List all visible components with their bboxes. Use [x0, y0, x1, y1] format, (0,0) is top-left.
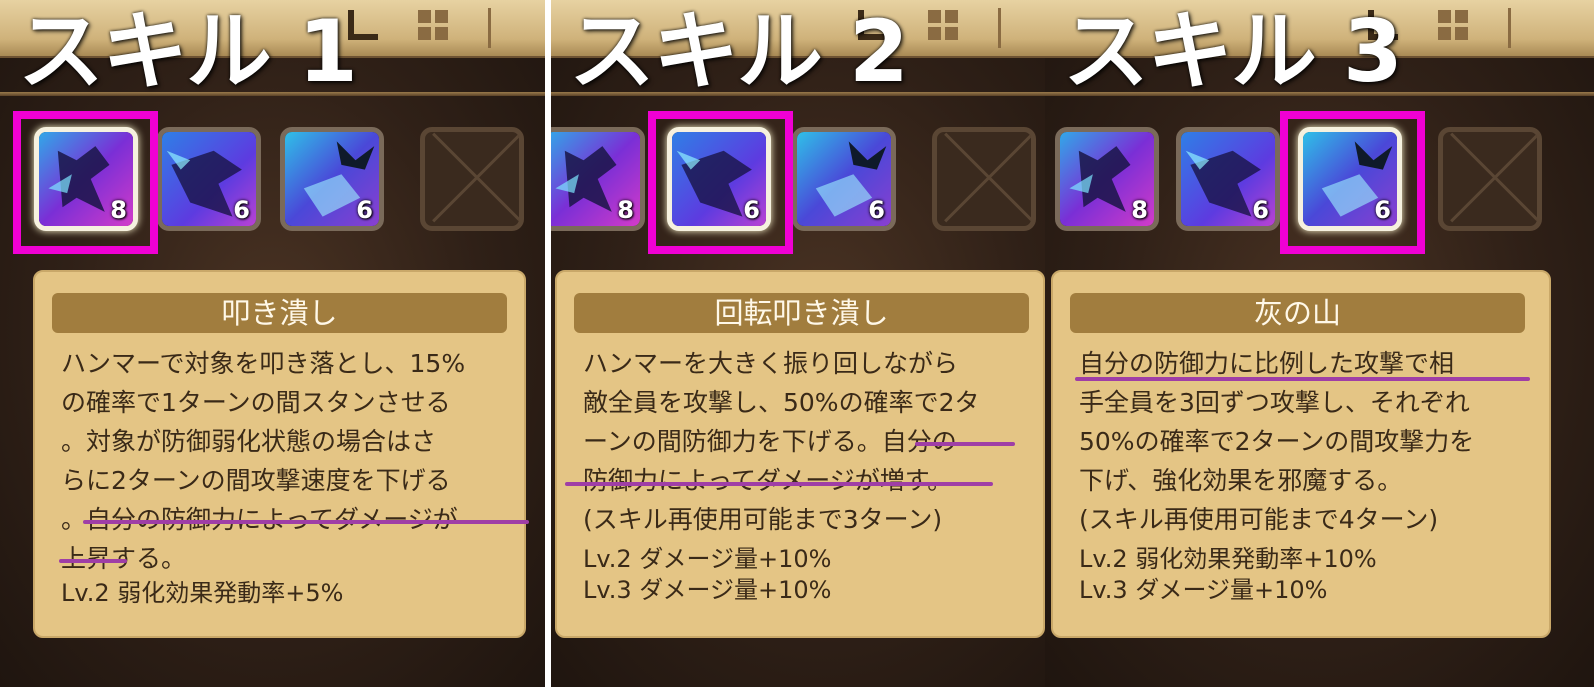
- level-bonus-list: Lv.2 弱化効果発動率+5%: [61, 578, 516, 609]
- skill-slot-3[interactable]: 6: [792, 127, 896, 231]
- underline-annotation: [565, 482, 993, 486]
- skill-level: 6: [356, 196, 373, 224]
- level-bonus: Lv.2 弱化効果発動率+10%: [1079, 545, 1377, 573]
- underline-annotation: [915, 442, 1015, 446]
- skill-name: 叩き潰し: [52, 293, 507, 333]
- empty-skill-slot: [932, 127, 1036, 231]
- skill-description: 自分の防御力に比例した攻撃で相 手全員を3回ずつ攻撃し、それぞれ 50%の確率で…: [1079, 349, 1475, 534]
- skill-slot-1[interactable]: 8: [551, 127, 645, 231]
- divider: [488, 8, 491, 48]
- skill-level: 6: [868, 196, 885, 224]
- skill-level: 6: [233, 196, 250, 224]
- skill-slot-1[interactable]: 8: [34, 127, 138, 231]
- panel-heading: スキル 2: [569, 2, 909, 102]
- skill-slot-2[interactable]: 6: [1176, 127, 1280, 231]
- skill-detail-card: 回転叩き潰し ハンマーを大きく振り回しながら 敵全員を攻撃し、50%の確率で2タ…: [555, 270, 1045, 638]
- skill-level: 6: [1252, 196, 1269, 224]
- skill-panel-2: スキル 2 8 6 6 回転叩き潰し ハンマーを大きく振り回しながら 敵全員を攻…: [551, 0, 1096, 687]
- empty-skill-slot: [420, 127, 524, 231]
- skill-level: 8: [617, 196, 634, 224]
- divider: [1508, 8, 1511, 48]
- skill-slot-3[interactable]: 6: [280, 127, 384, 231]
- level-bonus: Lv.2 弱化効果発動率+5%: [61, 579, 344, 607]
- underline-annotation: [83, 520, 529, 524]
- grid-view-icon[interactable]: [928, 10, 958, 40]
- grid-view-icon[interactable]: [1438, 10, 1468, 40]
- underline-annotation: [1075, 377, 1530, 381]
- skill-slot-2[interactable]: 6: [157, 127, 261, 231]
- skill-description: ハンマーで対象を叩き落とし、15% の確率で1ターンの間スタンさせる 。対象が防…: [61, 349, 466, 573]
- skill-slot-1[interactable]: 8: [1055, 127, 1159, 231]
- skill-detail-card: 叩き潰し ハンマーで対象を叩き落とし、15% の確率で1ターンの間スタンさせる …: [33, 270, 529, 638]
- skill-name: 回転叩き潰し: [574, 293, 1029, 333]
- skill-detail-card: 灰の山 自分の防御力に比例した攻撃で相 手全員を3回ずつ攻撃し、それぞれ 50%…: [1051, 270, 1551, 638]
- skill-name: 灰の山: [1070, 293, 1525, 333]
- skill-level: 6: [743, 196, 760, 224]
- skill-panel-1: スキル 1 8 6 6 叩き潰し ハンマーで対象を叩き落とし、15% の確率で1…: [0, 0, 545, 687]
- level-bonus: Lv.3 ダメージ量+10%: [1079, 576, 1328, 604]
- panel-heading: スキル 1: [18, 2, 358, 102]
- underline-annotation: [59, 559, 127, 563]
- skill-slot-3[interactable]: 6: [1298, 127, 1402, 231]
- divider: [998, 8, 1001, 48]
- level-bonus: Lv.2 ダメージ量+10%: [583, 545, 832, 573]
- skill-level: 8: [110, 196, 127, 224]
- grid-view-icon[interactable]: [418, 10, 448, 40]
- skill-level: 6: [1374, 196, 1391, 224]
- skill-panel-3: スキル 3 8 6 6 灰の山 自分の防御力に比例した攻撃で相 手全員を3回ずつ…: [1045, 0, 1594, 687]
- level-bonus: Lv.3 ダメージ量+10%: [583, 576, 832, 604]
- empty-skill-slot: [1438, 127, 1542, 231]
- skill-level: 8: [1131, 196, 1148, 224]
- panel-heading: スキル 3: [1063, 2, 1403, 102]
- level-bonus-list: Lv.2 弱化効果発動率+10% Lv.3 ダメージ量+10%: [1079, 544, 1534, 606]
- level-bonus-list: Lv.2 ダメージ量+10% Lv.3 ダメージ量+10%: [583, 544, 1038, 606]
- skill-slot-2[interactable]: 6: [667, 127, 771, 231]
